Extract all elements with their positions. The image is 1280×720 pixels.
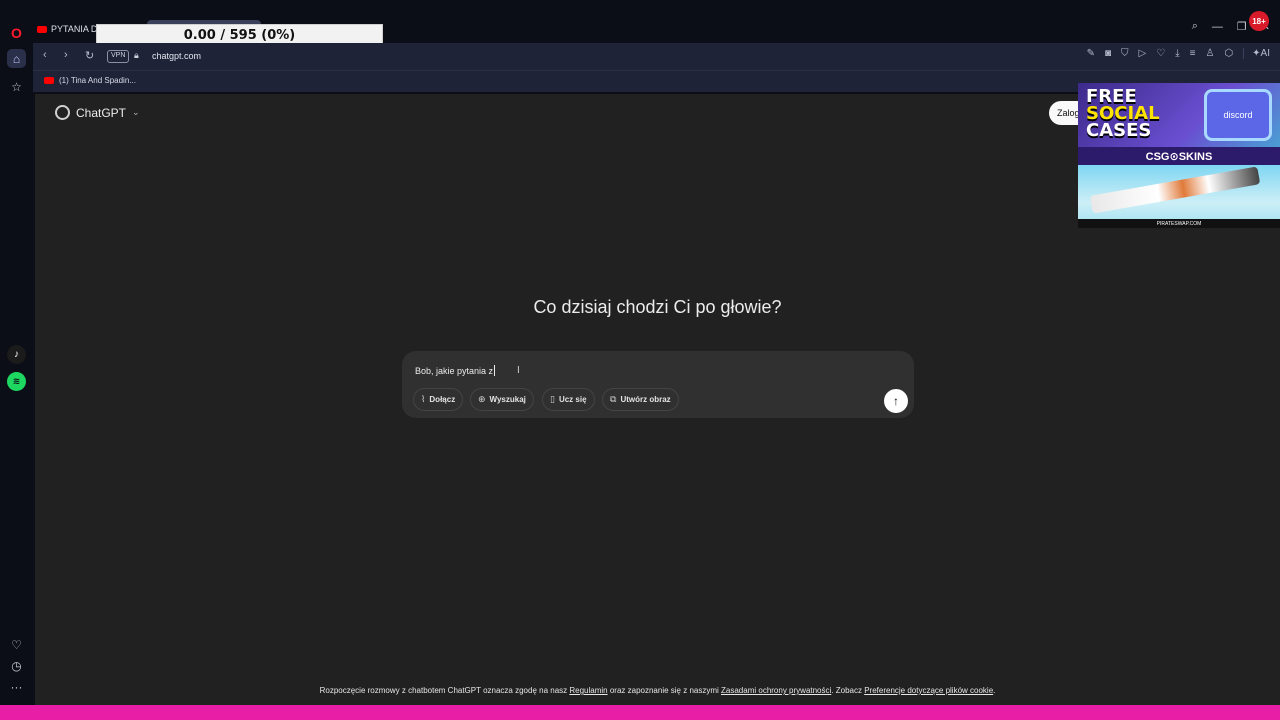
bookmark-label: (1) Tina And Spadin... bbox=[59, 76, 136, 85]
shield-icon[interactable]: ⛉ bbox=[1121, 48, 1129, 59]
restore-icon[interactable]: ❐ bbox=[1237, 20, 1247, 33]
reload-icon[interactable]: ↻ bbox=[85, 49, 94, 62]
chevron-down-icon: ⌄ bbox=[132, 107, 140, 117]
camera-icon[interactable]: ◙ bbox=[1105, 48, 1111, 59]
search-label: Wyszukaj bbox=[489, 395, 526, 404]
edit-icon[interactable]: ✎ bbox=[1087, 48, 1095, 59]
cookie-preferences-link[interactable]: Preferencje dotyczące plików cookie bbox=[864, 686, 993, 695]
discord-case-image: discord bbox=[1204, 89, 1272, 141]
ai-label: AI bbox=[1260, 48, 1270, 59]
toolbar-icons: ✎ ◙ ⛉ ▷ ♡ ⤓ ≡ ♙ ⬡ ✦AI bbox=[1087, 48, 1270, 59]
youtube-icon bbox=[44, 77, 54, 84]
prompt-input[interactable]: Bob, jakie pytania z bbox=[415, 365, 496, 376]
globe-icon: ⊕ bbox=[478, 394, 486, 404]
play-icon[interactable]: ▷ bbox=[1139, 48, 1147, 59]
terms-text: oraz zapoznanie się z naszymi bbox=[607, 686, 722, 695]
ad-cases-text: CASES bbox=[1086, 120, 1152, 141]
ad-url: PIRATESWAP.COM bbox=[1078, 219, 1280, 228]
paperclip-icon: ⌇ bbox=[421, 394, 426, 404]
tiktok-icon[interactable]: ♪ bbox=[7, 345, 26, 364]
ibeam-cursor-icon: I bbox=[517, 365, 520, 376]
bottom-accent-bar bbox=[0, 705, 1280, 720]
create-image-label: Utwórz obraz bbox=[620, 395, 671, 404]
terms-text: . bbox=[993, 686, 996, 695]
menu-icon[interactable]: ≡ bbox=[1190, 48, 1196, 59]
ad-bottom-panel: PIRATESWAP.COM bbox=[1078, 165, 1280, 228]
attach-button[interactable]: ⌇ Dołącz bbox=[413, 388, 464, 411]
spotify-icon[interactable]: ≋ bbox=[7, 372, 26, 391]
bookmark-item[interactable]: (1) Tina And Spadin... bbox=[44, 76, 136, 85]
vpn-badge[interactable]: VPN bbox=[107, 50, 130, 63]
privacy-link[interactable]: Zasadami ochrony prywatności bbox=[721, 686, 831, 695]
more-icon[interactable]: ··· bbox=[7, 677, 26, 696]
text-caret bbox=[494, 365, 496, 376]
prompt-text: Bob, jakie pytania z bbox=[415, 365, 494, 376]
forward-icon[interactable]: › bbox=[64, 49, 68, 61]
image-icon: ⧉ bbox=[610, 394, 617, 404]
url-field[interactable]: chatgpt.com bbox=[152, 51, 201, 61]
ad-top-panel: FREE SOCIAL CASES discord bbox=[1078, 83, 1280, 147]
heart-icon[interactable]: ♡ bbox=[7, 635, 26, 654]
prompt-composer[interactable]: Bob, jakie pytania z I ⌇ Dołącz ⊕ Wyszuk… bbox=[402, 351, 914, 418]
lock-icon: 🔒︎ bbox=[134, 50, 139, 60]
speed-dial-icon[interactable]: ☆ bbox=[7, 77, 26, 96]
terms-text: . Zobacz bbox=[831, 686, 865, 695]
send-button[interactable]: ↑ bbox=[884, 389, 908, 413]
youtube-icon bbox=[37, 25, 47, 33]
extensions-icon[interactable]: ⬡ bbox=[1224, 48, 1233, 59]
ad-banner[interactable]: FREE SOCIAL CASES discord CSG⊙SKINS PIRA… bbox=[1078, 83, 1280, 228]
heart-icon[interactable]: ♡ bbox=[1156, 48, 1165, 59]
home-icon[interactable]: ⌂ bbox=[7, 49, 26, 68]
create-image-button[interactable]: ⧉ Utwórz obraz bbox=[602, 388, 679, 411]
ad-headline: FREE SOCIAL CASES bbox=[1086, 88, 1160, 141]
model-selector[interactable]: ChatGPT ⌄ bbox=[55, 105, 140, 120]
terms-link[interactable]: Regulamin bbox=[569, 686, 607, 695]
openai-logo-icon bbox=[55, 105, 70, 120]
terms-notice: Rozpoczęcie rozmowy z chatbotem ChatGPT … bbox=[35, 686, 1280, 695]
book-icon: ▯ bbox=[550, 394, 555, 404]
opera-sidebar: O ⌂ ☆ ♪ ≋ ♡ ◷ ··· bbox=[0, 0, 33, 705]
search-button[interactable]: ⊕ Wyszukaj bbox=[470, 388, 534, 411]
download-icon[interactable]: ⤓ bbox=[1175, 48, 1179, 59]
ai-button[interactable]: ✦AI bbox=[1243, 48, 1270, 59]
minimize-icon[interactable]: — bbox=[1212, 21, 1223, 33]
page-title: Co dzisiaj chodzi Ci po głowie? bbox=[533, 297, 782, 317]
attach-label: Dołącz bbox=[429, 395, 456, 404]
study-button[interactable]: ▯ Ucz się bbox=[542, 388, 595, 411]
address-bar: ‹ › ↻ VPN 🔒︎ chatgpt.com ✎ ◙ ⛉ ▷ ♡ ⤓ ≡ ♙… bbox=[33, 43, 1280, 70]
terms-text: Rozpoczęcie rozmowy z chatbotem ChatGPT … bbox=[319, 686, 570, 695]
sniper-rifle-image bbox=[1089, 166, 1261, 214]
opera-logo-icon[interactable]: O bbox=[7, 23, 26, 42]
ad-brand: CSG⊙SKINS bbox=[1078, 147, 1280, 165]
brand-name: ChatGPT bbox=[76, 105, 127, 120]
search-icon[interactable]: ⌕ bbox=[1192, 20, 1198, 33]
profile-icon[interactable]: ♙ bbox=[1205, 48, 1214, 59]
back-icon[interactable]: ‹ bbox=[43, 49, 47, 61]
tab-youtube[interactable]: PYTANIA DO bbox=[37, 20, 104, 38]
history-icon[interactable]: ◷ bbox=[7, 656, 26, 675]
arrow-up-icon: ↑ bbox=[893, 394, 899, 408]
age-badge: 18+ bbox=[1249, 11, 1269, 31]
study-label: Ucz się bbox=[558, 395, 587, 404]
